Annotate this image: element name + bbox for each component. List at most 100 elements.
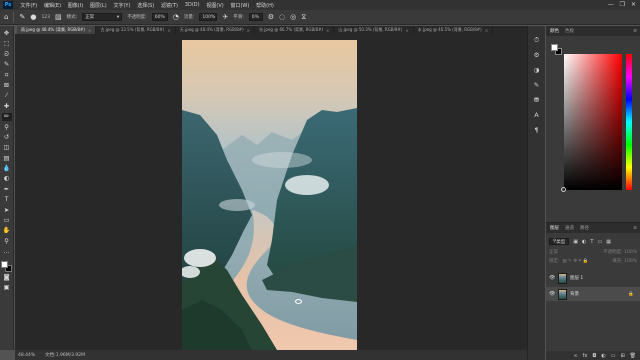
trash-icon[interactable]: 🗑 [630,353,636,359]
frame-tool-icon[interactable]: ⊠ [2,82,12,90]
menu-select[interactable]: 选择(S) [134,2,158,9]
close-icon[interactable]: × [88,28,91,33]
tab-document-2[interactable]: 古.jpeg @ 33.5% (背景, RGB/8#) × [96,26,176,34]
tab-document-3[interactable]: 天.jpeg @ 48.4% (背景, RGB/8#) × [176,26,256,34]
history-icon[interactable]: ⏱ [531,36,543,45]
gradient-tool-icon[interactable]: ▤ [2,155,12,163]
layer-opacity-field[interactable]: 不透明度: 100% [603,249,637,255]
menu-file[interactable]: 文件(F) [17,2,41,9]
menu-window[interactable]: 窗口(W) [227,2,253,9]
brush-preset-icon[interactable]: ● [30,13,36,21]
marquee-tool-icon[interactable]: ⬚ [2,40,12,48]
brush-settings-icon[interactable]: ▨ [55,13,62,21]
paragraph-icon[interactable]: ¶ [531,126,543,135]
type-filter-icon[interactable]: T [590,239,593,245]
brush-tool-icon[interactable]: ✎ [19,13,25,21]
menu-type[interactable]: 文字(Y) [110,2,134,9]
menu-layer[interactable]: 图层(L) [87,2,110,9]
screen-mode-icon[interactable]: ▣ [2,284,12,292]
link-layers-icon[interactable]: ∞ [573,353,577,359]
add-mask-icon[interactable]: ◘ [592,353,596,359]
eyedropper-tool-icon[interactable]: ⁄ [2,92,12,100]
foreground-color-swatch[interactable] [1,260,8,268]
rectangle-tool-icon[interactable]: ▭ [2,217,12,225]
eye-icon[interactable]: 👁 [549,275,555,281]
foreground-color-swatch[interactable] [551,44,558,51]
close-icon[interactable]: × [167,28,170,33]
close-icon[interactable]: × [485,28,488,33]
layer-row-1[interactable]: 👁 图层 1 [546,271,640,285]
restore-icon[interactable]: ❐ [620,1,625,8]
document-canvas-image[interactable] [182,40,357,350]
healing-brush-tool-icon[interactable]: ✚ [2,103,12,111]
clone-source-icon[interactable]: ⛃ [531,96,543,105]
home-icon[interactable]: ⌂ [4,13,8,21]
eraser-tool-icon[interactable]: ◫ [2,144,12,152]
eye-icon[interactable]: 👁 [549,291,555,297]
shape-filter-icon[interactable]: ▭ [597,239,602,245]
close-icon[interactable]: × [247,28,250,33]
menu-edit[interactable]: 编辑(E) [41,2,65,9]
blur-tool-icon[interactable]: 💧 [2,165,12,173]
quick-select-tool-icon[interactable]: ✎ [2,61,12,69]
tab-document-6[interactable]: 水.jpeg @ 46.5% (背景, RGB/8#) × [414,26,494,34]
pixel-filter-icon[interactable]: ▣ [573,239,578,245]
lasso-tool-icon[interactable]: ᘐ [2,51,12,59]
tab-document-1[interactable]: 雨.jpeg @ 48.4% (背景, RGB/8#) × [17,26,97,34]
flow-field[interactable]: 100% [199,13,218,21]
tab-document-4[interactable]: 光.jpeg @ 66.7% (背景, RGB/8#) × [255,26,335,34]
menu-image[interactable]: 图像(I) [64,2,86,9]
brush-settings-icon[interactable]: ✎ [531,81,543,90]
brush-tool-icon[interactable]: ✏ [1,113,12,122]
clone-stamp-tool-icon[interactable]: ⚲ [2,124,12,132]
hand-tool-icon[interactable]: ✋ [2,227,12,235]
more-tools-icon[interactable]: … [2,248,12,256]
adjustment-filter-icon[interactable]: ◐ [582,239,586,245]
close-icon[interactable]: × [326,28,329,33]
adjustments-icon[interactable]: ◑ [531,66,543,75]
zoom-tool-icon[interactable]: ⚲ [2,238,12,246]
history-brush-tool-icon[interactable]: ↺ [2,134,12,142]
layer-style-icon[interactable]: fx [583,353,588,359]
menu-filter[interactable]: 滤镜(T) [158,2,182,9]
type-tool-icon[interactable]: T [2,196,12,204]
tab-color[interactable]: 颜色 [550,28,559,34]
airbrush-icon[interactable]: ✈ [222,13,228,21]
tab-paths[interactable]: 路径 [580,225,589,231]
hue-slider[interactable] [626,54,632,190]
crop-tool-icon[interactable]: ⌗ [2,72,12,80]
path-select-tool-icon[interactable]: ➤ [2,207,12,215]
new-layer-icon[interactable]: ⊞ [620,353,624,359]
layer-row-background[interactable]: 👁 背景 🔒 [546,287,640,301]
pressure-size-icon[interactable]: ◎ [290,13,296,21]
character-icon[interactable]: A [531,111,543,120]
minimize-icon[interactable]: — [608,1,614,8]
kind-filter-select[interactable]: ⚲ 类型 [549,238,570,245]
mode-select[interactable]: 正常 ▾ [82,13,123,21]
tab-swatches[interactable]: 色板 [565,28,574,34]
opacity-field[interactable]: 60% [151,13,168,21]
pen-tool-icon[interactable]: ✒ [2,186,12,194]
panel-menu-icon[interactable]: ≡ [633,29,637,34]
color-picker-field[interactable] [564,54,622,190]
color-swatches[interactable] [1,260,12,272]
panel-menu-icon[interactable]: ≡ [633,226,637,231]
menu-help[interactable]: 帮助(H) [253,2,277,9]
tab-layers[interactable]: 图层 [550,225,559,231]
menu-view[interactable]: 视图(V) [203,2,227,9]
smart-object-filter-icon[interactable]: ▦ [606,239,611,245]
close-icon[interactable]: × [405,28,408,33]
color-picker-marker[interactable] [561,187,566,192]
lock-icons[interactable]: ▨ ✎ ✥ ⌗ 🔒 [563,258,589,264]
properties-icon[interactable]: ⚙ [531,51,543,60]
gear-icon[interactable]: ⚙ [268,13,274,21]
quick-mask-icon[interactable]: ◙ [2,274,12,282]
dodge-tool-icon[interactable]: ◐ [2,175,12,183]
tab-document-5[interactable]: 山.jpeg @ 50.3% (背景, RGB/8#) × [334,26,414,34]
blend-mode-select[interactable]: 正常 [549,249,558,255]
menu-3d[interactable]: 3D(D) [181,2,203,8]
smooth-field[interactable]: 0% [248,13,263,21]
zoom-level[interactable]: 48.44% [18,353,35,358]
pressure-opacity-icon[interactable]: ◔ [173,13,179,21]
symmetry-icon[interactable]: ⧖ [301,13,306,22]
